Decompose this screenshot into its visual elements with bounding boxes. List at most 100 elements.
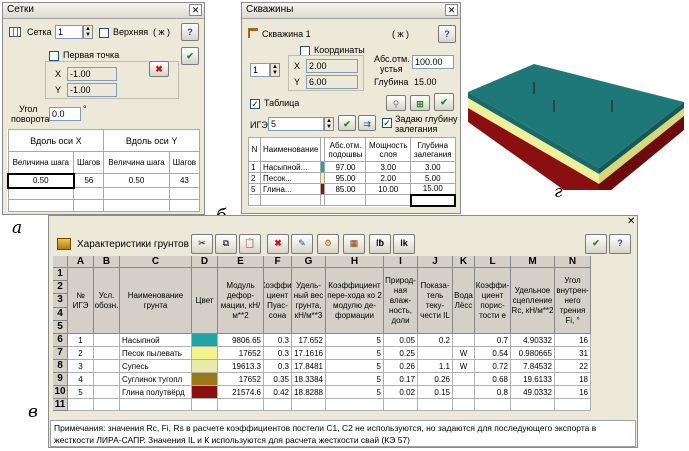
grid-spinner[interactable]: ▲ ▼	[83, 25, 93, 39]
row-number[interactable]: 11	[53, 399, 68, 411]
table-cell[interactable]: 5	[326, 347, 384, 360]
table-cell[interactable]: 22	[555, 360, 591, 373]
table-cell[interactable]: 0.68	[475, 373, 511, 386]
table-cell[interactable]: 18.8288	[292, 386, 326, 399]
column-letter[interactable]: G	[292, 256, 326, 268]
table-cell[interactable]: 4.90332	[511, 334, 555, 347]
table-cell[interactable]	[418, 347, 453, 360]
table-cell[interactable]: 18.3384	[292, 373, 326, 386]
table-cell[interactable]: 0.3	[264, 334, 292, 347]
table-cell[interactable]	[384, 399, 418, 411]
coefficient-button[interactable]: ǀk	[393, 234, 415, 254]
table-cell[interactable]: 17.1616	[292, 347, 326, 360]
apply-button[interactable]: ✔	[585, 234, 607, 254]
table-cell[interactable]: 0.2	[418, 334, 453, 347]
table-cell[interactable]: 31	[555, 347, 591, 360]
table-cell[interactable]	[94, 347, 120, 360]
table-cell[interactable]: Песок пылевать	[120, 347, 192, 360]
color-swatch-cell[interactable]	[192, 386, 218, 399]
import-button[interactable]: ▦	[343, 234, 365, 254]
table-cell[interactable]	[94, 373, 120, 386]
x-field[interactable]: 2.00	[306, 59, 358, 73]
column-letter[interactable]: C	[120, 256, 192, 268]
table-cell[interactable]: 17652	[218, 347, 264, 360]
set-depth-checkbox[interactable]: ✓	[382, 118, 392, 128]
table-row[interactable]: 5 Глина... 85.00 10.00 15.00	[248, 183, 456, 195]
table-cell[interactable]	[94, 360, 120, 373]
table-cell[interactable]	[453, 399, 475, 411]
table-cell[interactable]: 0.3	[264, 360, 292, 373]
table-cell[interactable]	[511, 399, 555, 411]
table-cell[interactable]: 0.15	[418, 386, 453, 399]
table-cell[interactable]: 0.54	[475, 347, 511, 360]
row-number[interactable]: 2	[53, 281, 68, 295]
table-cell[interactable]: 0.72	[475, 360, 511, 373]
fill-down-button[interactable]: ✎	[291, 234, 313, 254]
y-step-cell[interactable]: 0.50	[103, 173, 170, 188]
table-cell[interactable]: W	[453, 347, 475, 360]
first-point-checkbox[interactable]	[49, 51, 59, 61]
ige-spinner[interactable]: ▲ ▼	[324, 117, 334, 131]
x-step-cell[interactable]: 0.50	[7, 172, 75, 189]
row-number[interactable]: 4	[53, 307, 68, 321]
table-cell[interactable]: Насыпной	[120, 334, 192, 347]
table-cell[interactable]: 0.26	[418, 373, 453, 386]
close-icon[interactable]: ✕	[189, 4, 202, 16]
table-cell[interactable]	[453, 386, 475, 399]
angle-field[interactable]: 0.0	[49, 107, 81, 121]
table-cell[interactable]: 17.8481	[292, 360, 326, 373]
color-swatch-cell[interactable]	[192, 334, 218, 347]
column-letter[interactable]: B	[94, 256, 120, 268]
table-cell[interactable]: 9806.65	[218, 334, 264, 347]
table-cell[interactable]: 0.25	[384, 347, 418, 360]
table-cell[interactable]: 21574.6	[218, 386, 264, 399]
table-cell[interactable]: 7.84532	[511, 360, 555, 373]
help-button[interactable]: ?	[609, 234, 631, 254]
delete-button[interactable]: ✖	[267, 234, 289, 254]
column-letter[interactable]: E	[218, 256, 264, 268]
table-cell[interactable]	[264, 399, 292, 411]
table-cell[interactable]	[94, 399, 120, 411]
table-cell[interactable]	[218, 399, 264, 411]
table-cell[interactable]: 2	[68, 347, 94, 360]
table-cell[interactable]	[192, 399, 218, 411]
row-number[interactable]: 6	[53, 334, 68, 347]
close-icon[interactable]: ✕	[445, 4, 458, 16]
x-field[interactable]: -1.00	[67, 67, 117, 81]
y-steps-cell[interactable]: 43	[168, 173, 201, 188]
table-cell[interactable]	[68, 399, 94, 411]
table-cell[interactable]: Глина полутвёрд	[120, 386, 192, 399]
column-letter[interactable]: M	[511, 256, 555, 268]
table-cell[interactable]	[292, 399, 326, 411]
upper-checkbox[interactable]	[99, 28, 109, 38]
y-field[interactable]: 6.00	[306, 75, 358, 89]
table-cell[interactable]	[94, 386, 120, 399]
table-checkbox[interactable]: ✓	[250, 99, 260, 109]
table-cell[interactable]: 1.1	[418, 360, 453, 373]
table-cell[interactable]: 1	[68, 334, 94, 347]
column-letter[interactable]: J	[418, 256, 453, 268]
table-cell[interactable]: 16	[555, 334, 591, 347]
table-cell[interactable]: 19613.3	[218, 360, 264, 373]
table-cell[interactable]: 5	[326, 386, 384, 399]
apply-button[interactable]: ✔	[181, 47, 199, 65]
table-cell[interactable]: 5	[326, 360, 384, 373]
table-cell[interactable]: 16	[555, 386, 591, 399]
rows-button[interactable]: ǀƀ	[369, 234, 391, 254]
table-cell[interactable]: 5	[326, 373, 384, 386]
color-swatch-cell[interactable]	[192, 373, 218, 386]
column-letter[interactable]: D	[192, 256, 218, 268]
table-cell[interactable]: 5	[68, 386, 94, 399]
column-letter[interactable]: A	[68, 256, 94, 268]
table-cell[interactable]: 0.02	[384, 386, 418, 399]
table-cell[interactable]: 0.42	[264, 386, 292, 399]
table-cell[interactable]: 0.26	[384, 360, 418, 373]
table-cell[interactable]	[120, 399, 192, 411]
table-cell[interactable]: 19.6133	[511, 373, 555, 386]
row-number[interactable]: 3	[53, 294, 68, 308]
column-letter[interactable]: L	[475, 256, 511, 268]
row-number[interactable]: 7	[53, 347, 68, 360]
grid-number-field[interactable]: 1	[55, 25, 83, 39]
insert-row-button[interactable]: ⇉	[358, 115, 376, 131]
table-cell[interactable]: 0.7	[475, 334, 511, 347]
